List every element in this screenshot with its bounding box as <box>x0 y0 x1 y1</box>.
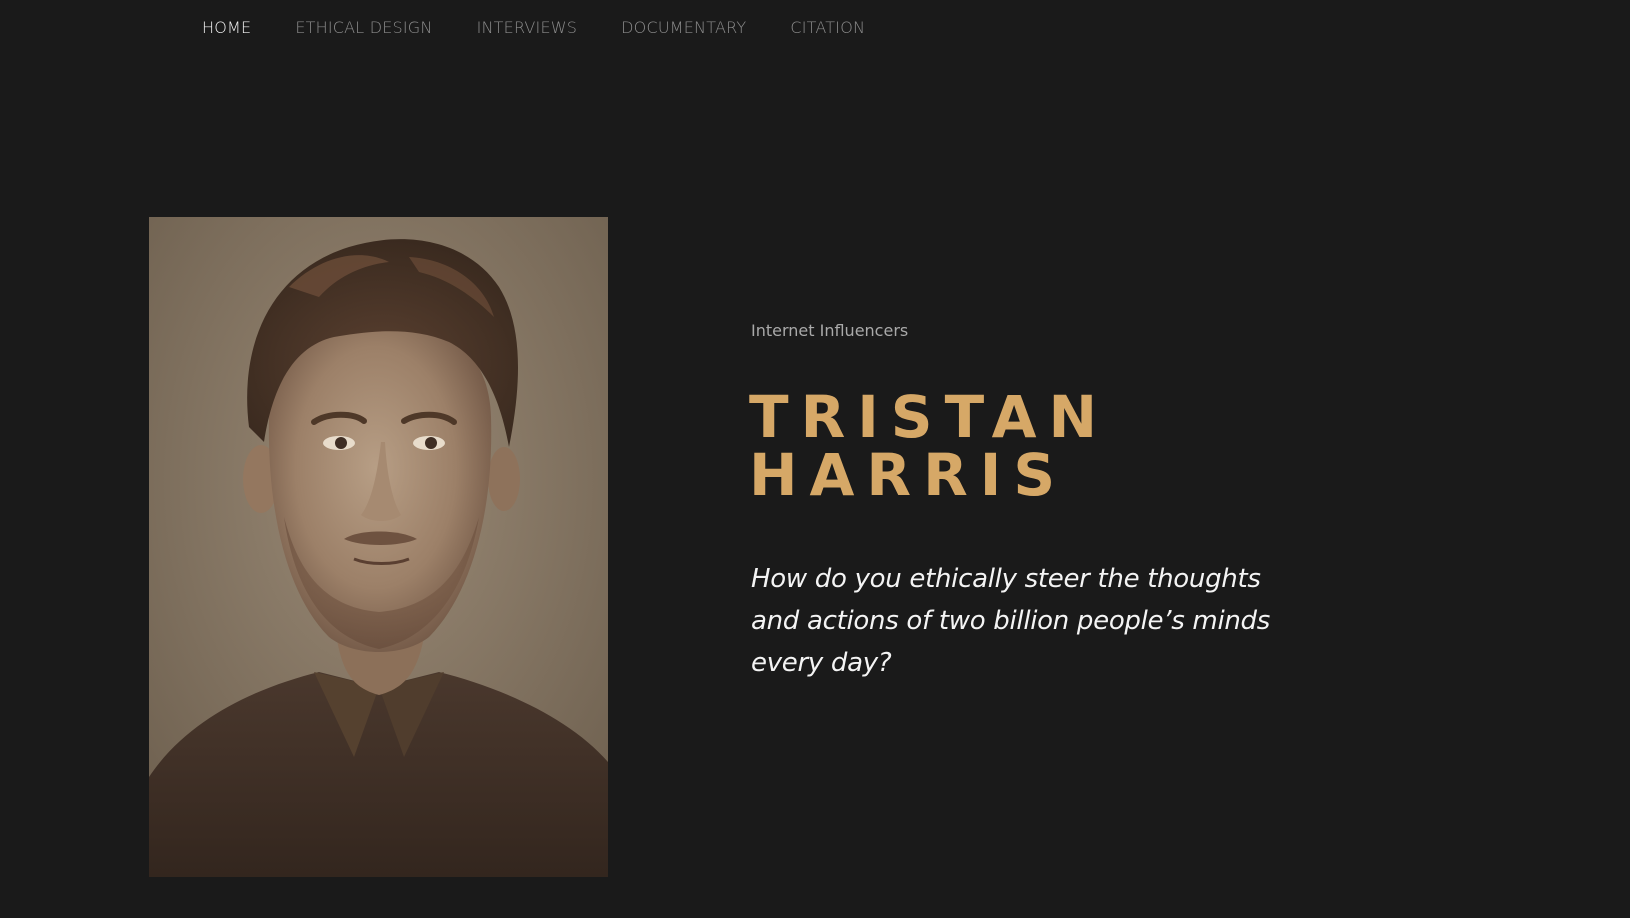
portrait-photo <box>149 217 608 877</box>
nav-home[interactable]: HOME <box>202 17 251 39</box>
page: HOME ETHICAL DESIGN INTERVIEWS DOCUMENTA… <box>0 0 1630 918</box>
category-label: Internet Influencers <box>751 321 909 340</box>
nav-citation[interactable]: CITATION <box>790 17 865 39</box>
hero-quote: How do you ethically steer the thoughts … <box>751 564 1271 678</box>
person-name-heading: TRISTAN HARRIS <box>749 388 1109 504</box>
nav-documentary[interactable]: DOCUMENTARY <box>621 17 746 39</box>
person-name-last: HARRIS <box>749 441 1068 509</box>
portrait-illustration <box>149 217 608 877</box>
person-name-first: TRISTAN <box>749 383 1110 451</box>
top-nav: HOME ETHICAL DESIGN INTERVIEWS DOCUMENTA… <box>202 17 865 39</box>
nav-ethical-design[interactable]: ETHICAL DESIGN <box>295 17 432 39</box>
nav-interviews[interactable]: INTERVIEWS <box>477 17 578 39</box>
